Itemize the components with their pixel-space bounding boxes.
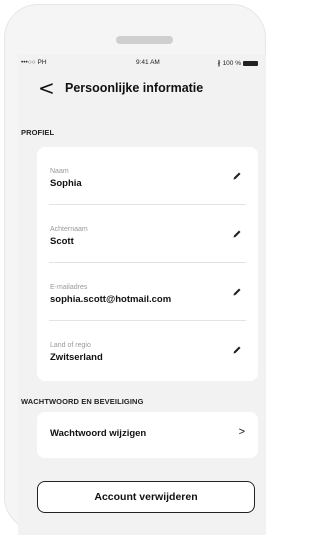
pencil-icon[interactable] bbox=[232, 171, 242, 181]
carrier-label: •••○○ PH bbox=[21, 59, 47, 66]
clock: 9:41 AM bbox=[136, 59, 160, 66]
field-first-name[interactable]: Naam Sophia bbox=[49, 147, 246, 205]
change-password-label: Wachtwoord wijzigen bbox=[50, 428, 147, 439]
field-value: Sophia bbox=[50, 178, 82, 189]
field-value: Scott bbox=[50, 236, 74, 247]
field-country[interactable]: Land of regio Zwitserland bbox=[49, 321, 246, 379]
field-last-name[interactable]: Achternaam Scott bbox=[49, 205, 246, 263]
bluetooth-icon: ∦ bbox=[217, 60, 221, 67]
pencil-icon[interactable] bbox=[232, 345, 242, 355]
pencil-icon[interactable] bbox=[232, 287, 242, 297]
change-password-row[interactable]: Wachtwoord wijzigen > bbox=[37, 412, 258, 458]
section-label-security: WACHTWOORD EN BEVEILIGING bbox=[21, 397, 144, 406]
screen: •••○○ PH 9:41 AM ∦ 100 % < Persoonlijke … bbox=[18, 55, 266, 535]
field-label: Achternaam bbox=[50, 226, 88, 233]
field-label: Land of regio bbox=[50, 342, 91, 349]
battery-fill bbox=[244, 61, 257, 65]
earpiece bbox=[116, 36, 173, 44]
page-title: Persoonlijke informatie bbox=[65, 81, 204, 95]
delete-account-button[interactable]: Account verwijderen bbox=[37, 481, 255, 513]
section-label-profile: PROFIEL bbox=[21, 128, 55, 137]
chevron-right-icon: > bbox=[238, 426, 245, 438]
battery-label: 100 % bbox=[222, 59, 241, 67]
field-label: E-mailadres bbox=[50, 284, 88, 291]
status-right: ∦ 100 % bbox=[217, 59, 258, 67]
profile-card: Naam Sophia Achternaam Scott E-mailadres… bbox=[37, 147, 258, 381]
field-value: Zwitserland bbox=[50, 352, 103, 363]
pencil-icon[interactable] bbox=[232, 229, 242, 239]
field-value: sophia.scott@hotmail.com bbox=[50, 294, 172, 305]
status-bar: •••○○ PH 9:41 AM ∦ 100 % bbox=[18, 55, 266, 71]
field-email[interactable]: E-mailadres sophia.scott@hotmail.com bbox=[49, 263, 246, 321]
battery-icon bbox=[243, 60, 258, 66]
header: < Persoonlijke informatie bbox=[18, 71, 266, 111]
back-button[interactable]: < bbox=[38, 78, 55, 98]
field-label: Naam bbox=[50, 168, 69, 175]
